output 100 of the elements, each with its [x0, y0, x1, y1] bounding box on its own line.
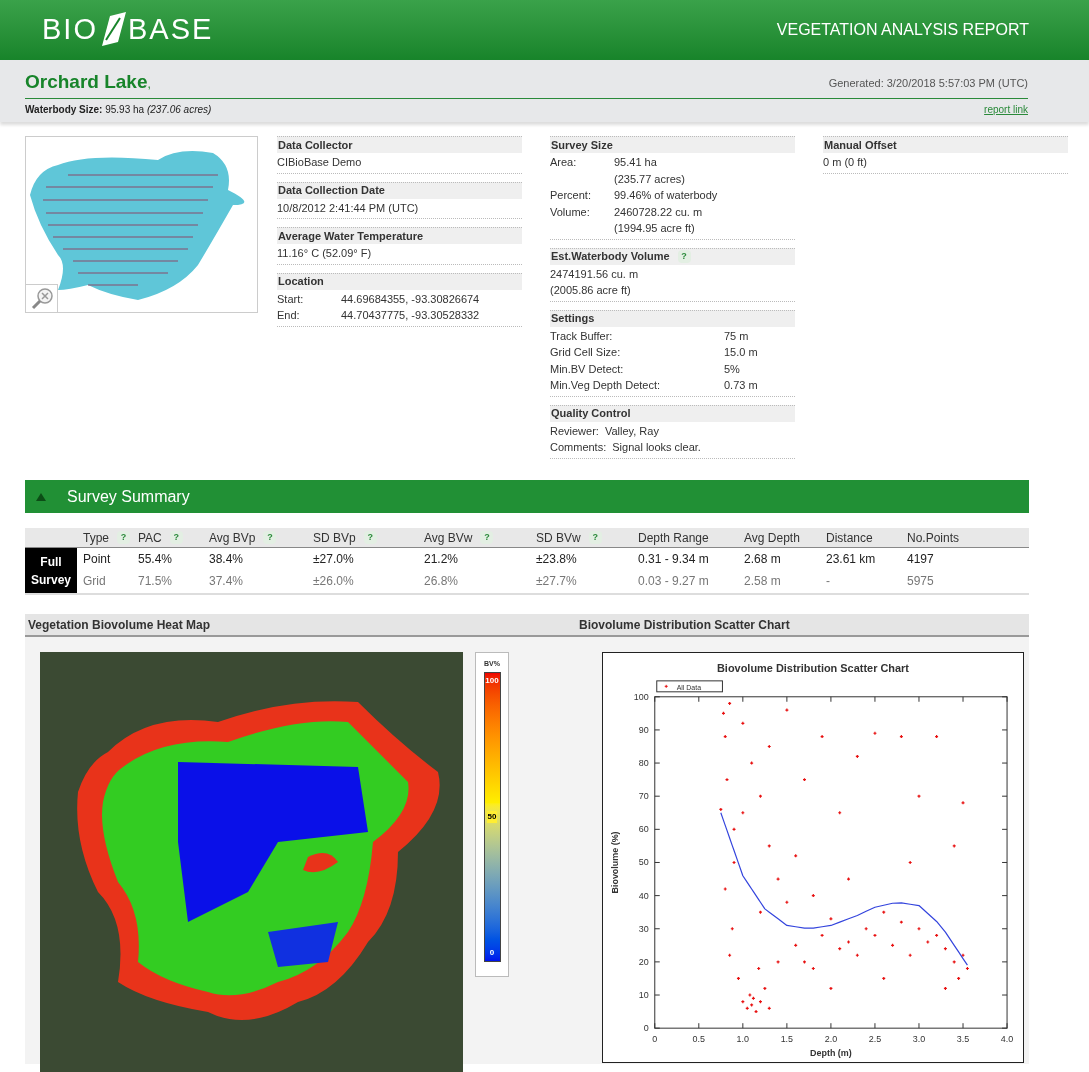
table-cell-text: ±27.0%	[313, 551, 355, 568]
y-tick-label: 40	[638, 890, 649, 901]
field-value: Signal looks clear.	[612, 440, 701, 455]
x-tick-label: 3.0	[912, 1034, 926, 1045]
section-heading: Est.Waterbody Volume	[551, 249, 670, 265]
help-icon[interactable]: ?	[169, 531, 183, 544]
data-point	[846, 939, 851, 945]
column-header: Distance	[826, 529, 873, 547]
data-point	[740, 999, 745, 1004]
field-value: (1994.95 acre ft)	[614, 221, 695, 236]
column-header: PAC	[138, 529, 162, 547]
data-point	[925, 939, 930, 945]
data-point	[758, 999, 763, 1004]
y-tick-label: 60	[638, 824, 649, 835]
row-group-label: Full Survey	[25, 548, 77, 593]
table-cell-text: 21.2%	[424, 551, 460, 568]
field-label: Comments:	[550, 440, 607, 455]
help-icon[interactable]: ?	[588, 531, 602, 544]
field-value: 0.73 m	[724, 378, 758, 393]
x-tick-label: 1.0	[736, 1034, 750, 1045]
data-point	[899, 920, 904, 925]
table-cell-text: 2.58 m	[744, 573, 782, 590]
field-label: Min.BV Detect:	[550, 361, 625, 377]
x-tick-label: 4.0	[1000, 1034, 1014, 1045]
data-point	[730, 926, 735, 931]
data-point	[736, 976, 741, 981]
table-cell-text: ±26.0%	[313, 573, 355, 590]
section-heading: Data Collector	[278, 137, 353, 153]
data-point	[776, 876, 781, 882]
data-point	[793, 853, 798, 858]
x-axis-label: Depth (m)	[810, 1048, 852, 1059]
table-cell-text: 0.03 - 9.27 m	[638, 573, 710, 590]
y-tick-label: 30	[638, 923, 649, 934]
table-cell-text: 4197	[907, 551, 935, 568]
data-point	[762, 986, 767, 991]
panel-title: Biovolume Distribution Scatter Chart	[579, 616, 790, 634]
y-tick-label: 90	[638, 724, 649, 735]
field-value: 99.46% of waterbody	[614, 188, 718, 203]
help-icon[interactable]: ?	[263, 531, 277, 544]
section-heading: Survey Size	[551, 137, 613, 153]
data-point	[756, 966, 761, 971]
collapse-icon[interactable]	[35, 491, 47, 502]
data-point	[960, 800, 966, 805]
help-icon[interactable]: ?	[363, 531, 377, 544]
help-icon[interactable]: ?	[117, 531, 130, 544]
data-point	[908, 860, 913, 865]
help-icon[interactable]: ?	[480, 531, 494, 544]
data-point	[727, 701, 732, 706]
field-value: 2460728.22 cu. m	[614, 204, 703, 220]
y-tick-label: 10	[638, 990, 649, 1000]
field-value: 0 m (0 ft)	[823, 155, 868, 170]
zoom-out-icon[interactable]	[29, 286, 54, 311]
field-value: 95.41 ha	[614, 155, 657, 170]
column-header: Avg BVp	[209, 529, 256, 547]
data-point	[934, 734, 939, 739]
table-cell-text: ±27.7%	[536, 573, 578, 590]
data-point	[916, 926, 922, 931]
field-label: Percent:	[550, 188, 592, 203]
table-cell-text: 23.61 km	[826, 551, 877, 568]
field-value: 75 m	[724, 328, 749, 344]
table-cell-text: ±23.8%	[536, 551, 578, 568]
data-point	[723, 734, 728, 739]
report-title: VEGETATION ANALYSIS REPORT	[776, 20, 1029, 40]
logo-text: BIO	[42, 12, 98, 48]
help-icon[interactable]: ?	[677, 250, 691, 263]
field-label: Min.Veg Depth Detect:	[550, 378, 662, 393]
y-axis-label: Biovolume (%)	[609, 831, 620, 894]
data-point	[837, 810, 842, 815]
data-point	[802, 777, 807, 782]
field-label: Area:	[550, 155, 578, 170]
field-label: Volume:	[550, 204, 591, 220]
report-link[interactable]: report link	[984, 101, 1028, 117]
data-point	[872, 731, 878, 736]
field-value: (2005.86 acre ft)	[550, 283, 632, 298]
data-point	[811, 893, 816, 898]
data-point	[908, 953, 913, 958]
data-point	[899, 734, 904, 739]
table-cell-text: 5975	[907, 573, 935, 590]
data-point	[784, 707, 789, 713]
table-cell-text: 2.68 m	[744, 551, 782, 568]
data-point	[731, 860, 737, 865]
data-point	[943, 946, 948, 951]
y-tick-label: 70	[638, 791, 649, 802]
table-cell-text: 26.8%	[424, 573, 460, 590]
data-point	[952, 843, 957, 848]
column-header: Avg BVw	[424, 529, 473, 547]
data-point	[767, 744, 772, 749]
data-point	[952, 959, 957, 964]
table-cell-text: 38.4%	[209, 551, 245, 568]
table-cell-text: Grid	[83, 573, 107, 590]
data-point	[916, 794, 922, 799]
data-point	[727, 953, 732, 958]
data-point	[828, 986, 833, 991]
x-tick-label: 1.5	[780, 1034, 794, 1045]
data-point	[872, 933, 878, 938]
section-heading: Settings	[551, 311, 595, 327]
data-point	[837, 946, 842, 951]
field-value: 11.16° C (52.09° F)	[277, 246, 373, 261]
column-header: SD BVp	[313, 529, 356, 547]
field-label: Start:	[277, 291, 305, 307]
